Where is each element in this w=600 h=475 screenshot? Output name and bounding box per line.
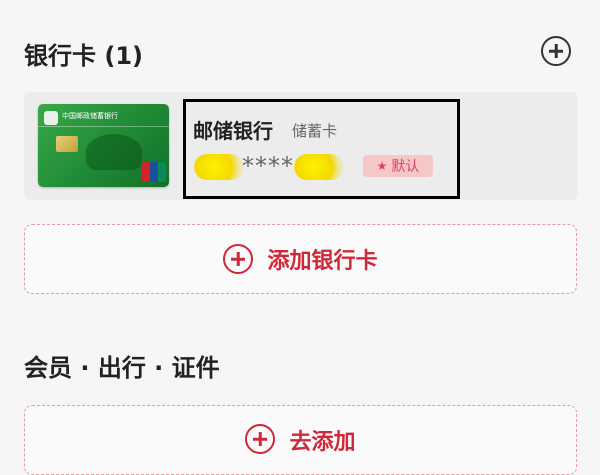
go-add-button[interactable]: 去添加 (24, 405, 577, 475)
bank-card-section-title: 银行卡 (1) (24, 42, 143, 70)
star-icon: ★ (376, 159, 388, 173)
unionpay-logo-icon (142, 162, 166, 182)
add-card-plus-icon[interactable] (541, 36, 571, 66)
masked-digits: **** (242, 152, 294, 180)
add-bank-card-button[interactable]: 添加银行卡 (24, 224, 577, 294)
default-badge: ★ 默认 (363, 155, 433, 177)
horse-rider-artwork (86, 134, 142, 170)
masked-card-number: **** (194, 150, 344, 186)
bank-name: 邮储银行 (193, 119, 273, 143)
go-add-label: 去添加 (289, 430, 356, 455)
add-bank-card-label: 添加银行卡 (267, 249, 378, 274)
default-badge-label: 默认 (391, 159, 420, 175)
redaction-blur (294, 154, 344, 180)
member-travel-id-section-title: 会员 · 出行 · 证件 (24, 354, 220, 382)
card-chip-icon (56, 136, 78, 152)
card-image: 中国邮政储蓄银行 (38, 104, 169, 187)
card-type: 储蓄卡 (292, 122, 338, 140)
postal-bank-logo-icon (44, 111, 58, 125)
go-add-inner: 去添加 (25, 424, 576, 456)
card-image-bank-text: 中国邮政储蓄银行 (62, 112, 118, 120)
plus-circle-icon (223, 244, 254, 274)
redaction-blur (194, 154, 244, 180)
